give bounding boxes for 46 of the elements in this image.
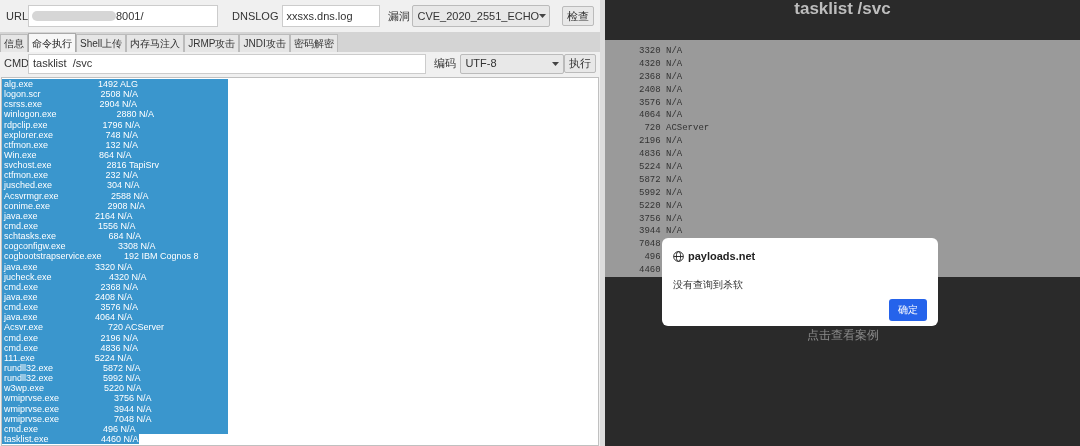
result-line: 4320 N/A	[639, 57, 683, 71]
tab[interactable]: 命令执行	[28, 33, 76, 52]
result-line: 3576 N/A	[639, 96, 683, 110]
result-line: 720 ACServer	[643, 122, 710, 136]
dropdown-caret-icon	[539, 14, 547, 18]
dnslog-label: DNSLOG	[232, 8, 279, 24]
result-line: 2196 N/A	[639, 135, 683, 149]
dialog-site: payloads.net	[688, 249, 756, 264]
vuln-select[interactable]: CVE_2020_2551_ECHO	[412, 5, 551, 27]
globe-icon	[673, 250, 684, 262]
vuln-label: 漏洞	[388, 8, 411, 24]
url-field[interactable]: 8001/	[28, 5, 218, 27]
result-line: 5872 N/A	[639, 173, 683, 187]
view-cases-link[interactable]: 点击查看案例	[806, 326, 879, 344]
page-title: tasklist /svc	[794, 0, 891, 20]
tab[interactable]: 信息	[0, 34, 28, 52]
run-button[interactable]: 执行	[564, 54, 596, 73]
result-line: 3320 N/A	[639, 45, 683, 58]
ok-button[interactable]: 确定	[889, 298, 927, 321]
result-line: 5224 N/A	[639, 161, 683, 174]
result-line: 4460	[639, 264, 661, 278]
dialog-message: 没有查询到杀软	[673, 277, 744, 292]
result-line: 3944 N/A	[639, 225, 683, 239]
encoding-select[interactable]: UTF-8	[460, 53, 564, 74]
result-line: 2368 N/A	[639, 70, 683, 84]
result-line: 2408 N/A	[639, 83, 683, 97]
dnslog-field[interactable]: xxsxs.dns.log	[282, 5, 381, 27]
check-button[interactable]: 检查	[562, 6, 594, 26]
result-line: 5220 N/A	[639, 199, 683, 213]
url-label: URL	[6, 8, 28, 24]
blurred-redaction-icon	[32, 9, 116, 23]
result-line: 5992 N/A	[639, 186, 683, 200]
result-line: 3756 N/A	[639, 212, 683, 226]
result-line: 4836 N/A	[639, 148, 683, 161]
tab[interactable]: JRMP攻击	[184, 34, 240, 52]
tab[interactable]: 密码解密	[289, 34, 338, 52]
command-field[interactable]: tasklist /svc	[28, 53, 427, 74]
result-line: 496	[643, 251, 661, 265]
result-line: 7048	[639, 238, 661, 252]
encoding-label: 编码	[434, 56, 457, 72]
cmd-label: CMD	[4, 56, 28, 72]
tab[interactable]: Shell上传	[76, 34, 127, 52]
tab[interactable]: 内存马注入	[126, 34, 185, 52]
dropdown-caret-icon	[552, 61, 559, 66]
tab[interactable]: JNDI攻击	[239, 34, 290, 52]
result-line: 4064 N/A	[639, 109, 683, 123]
